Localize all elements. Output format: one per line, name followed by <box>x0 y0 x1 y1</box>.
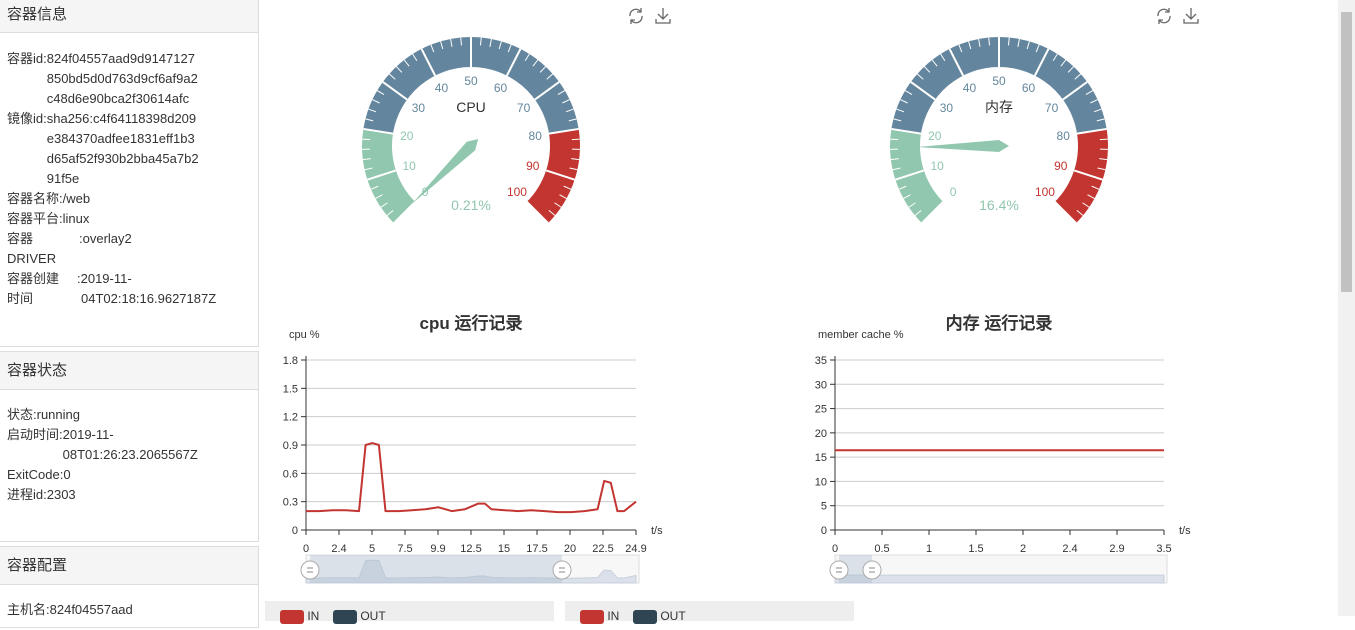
gauge-tick-label: 30 <box>940 101 954 115</box>
datazoom-handle[interactable] <box>863 561 881 579</box>
datazoom-preview <box>835 575 1164 583</box>
y-tick-label: 20 <box>815 428 827 440</box>
x-axis-label: t/s <box>1179 525 1191 537</box>
y-tick-label: 10 <box>815 476 827 488</box>
y-tick-label: 5 <box>821 501 827 513</box>
gauge-tick-label: 100 <box>507 185 527 199</box>
x-tick-label: 22.5 <box>592 543 613 555</box>
gauge-tick-label: 60 <box>1022 81 1036 95</box>
legend-swatch-in <box>580 610 604 624</box>
y-tick-label: 1.5 <box>283 383 298 395</box>
y-tick-label: 0.9 <box>283 440 298 452</box>
dashboard-canvas: 0102030405060708090100CPU0.21% 010203040… <box>0 0 1338 616</box>
x-tick-label: 3.5 <box>1156 543 1171 555</box>
x-tick-label: 1.5 <box>968 543 983 555</box>
memory-chart-title: 内存 运行记录 <box>946 313 1053 333</box>
x-tick-label: 9.9 <box>430 543 445 555</box>
x-tick-label: 0 <box>832 543 838 555</box>
x-tick-label: 2 <box>1020 543 1026 555</box>
y-tick-label: 0 <box>292 525 298 537</box>
y-tick-label: 25 <box>815 404 827 416</box>
datazoom-handle[interactable] <box>830 561 848 579</box>
x-tick-label: 2.4 <box>331 543 346 555</box>
y-axis-label: cpu % <box>289 329 320 341</box>
gauge-tick-label: 70 <box>517 101 531 115</box>
refresh-icon[interactable] <box>1158 8 1170 24</box>
gauge-minor-tick <box>890 139 898 140</box>
x-tick-label: 17.5 <box>526 543 547 555</box>
legend-item-in[interactable]: IN <box>580 609 619 624</box>
legend-swatch-out <box>633 610 657 624</box>
y-tick-label: 15 <box>815 452 827 464</box>
gauge-tick-label: 80 <box>529 129 543 143</box>
memory-legend: IN OUT <box>565 601 854 621</box>
gauge-tick-label: 10 <box>931 159 945 173</box>
gauge-tick-label: 30 <box>412 101 426 115</box>
y-tick-label: 30 <box>815 379 827 391</box>
gauge-title: CPU <box>456 99 486 115</box>
gauge-value: 16.4% <box>979 197 1019 213</box>
gauge-tick-label: 40 <box>963 81 977 95</box>
refresh-icon[interactable] <box>630 8 642 24</box>
legend-item-out[interactable]: OUT <box>633 609 686 624</box>
gauge-tick-label: 80 <box>1057 129 1071 143</box>
gauge-tick-label: 70 <box>1045 101 1059 115</box>
x-tick-label: 20 <box>564 543 576 555</box>
cpu-line-chart: 0 0.3 0.6 0.9 1.2 1.5 1.8 0 2.4 5 7.5 9.9 12.5 15 17.5… <box>283 329 663 583</box>
gauge-tick-label: 90 <box>526 159 540 173</box>
gauge-tick-label: 90 <box>1054 159 1068 173</box>
y-tick-label: 0.3 <box>283 497 298 509</box>
gauge-pointer <box>412 139 478 203</box>
gauge-tick-label: 0 <box>950 185 957 199</box>
gauge-tick-label: 40 <box>435 81 449 95</box>
memory-line-chart: 0 5 10 15 20 25 30 35 0 0.5 1 1.5 2 2.4 2.9 3.5 member c… <box>815 329 1191 583</box>
gauge-tick-label: 50 <box>992 74 1006 88</box>
x-tick-label: 7.5 <box>397 543 412 555</box>
gauge-tick-label: 50 <box>464 74 478 88</box>
x-tick-label: 2.4 <box>1062 543 1077 555</box>
legend-swatch-in <box>280 610 304 624</box>
gauge-minor-tick <box>362 139 370 140</box>
x-tick-label: 1 <box>926 543 932 555</box>
legend-item-out[interactable]: OUT <box>333 609 386 624</box>
y-tick-label: 35 <box>815 355 827 367</box>
gauge-value: 0.21% <box>451 197 491 213</box>
gauge-title: 内存 <box>985 99 1013 115</box>
x-tick-label: 2.9 <box>1109 543 1124 555</box>
download-icon[interactable] <box>1184 8 1198 23</box>
datazoom-handle[interactable] <box>301 561 319 579</box>
y-tick-label: 1.2 <box>283 412 298 424</box>
x-tick-label: 15 <box>498 543 510 555</box>
y-tick-label: 0 <box>821 525 827 537</box>
x-tick-label: 0.5 <box>874 543 889 555</box>
download-icon[interactable] <box>656 8 670 23</box>
x-tick-label: 5 <box>369 543 375 555</box>
legend-item-in[interactable]: IN <box>280 609 319 624</box>
y-tick-label: 1.8 <box>283 355 298 367</box>
gauge-tick-label: 20 <box>928 129 942 143</box>
cpu-gauge: 0102030405060708090100CPU0.21% <box>362 37 580 223</box>
memory-gauge: 0 10 20 30 40 50 60 70 80 90 100 内存 16.4% <box>890 37 1108 223</box>
cpu-chart-title: cpu 运行记录 <box>420 313 523 333</box>
legend-swatch-out <box>333 610 357 624</box>
y-axis-label: member cache % <box>818 329 904 341</box>
y-tick-label: 0.6 <box>283 468 298 480</box>
scrollbar-thumb[interactable] <box>1341 12 1352 292</box>
gauge-tick-label: 10 <box>403 159 417 173</box>
x-tick-label: 12.5 <box>460 543 481 555</box>
gauge-tick-label: 20 <box>400 129 414 143</box>
x-tick-label: 0 <box>303 543 309 555</box>
gauge-minor-tick <box>572 139 580 140</box>
x-axis-label: t/s <box>651 525 663 537</box>
gauge-minor-tick <box>1100 139 1108 140</box>
cpu-legend: IN OUT <box>265 601 554 621</box>
gauge-tick-label: 100 <box>1035 185 1055 199</box>
datazoom-handle[interactable] <box>553 561 571 579</box>
x-tick-label: 24.9 <box>625 543 646 555</box>
gauge-tick-label: 60 <box>494 81 508 95</box>
datazoom-window[interactable] <box>310 555 562 583</box>
